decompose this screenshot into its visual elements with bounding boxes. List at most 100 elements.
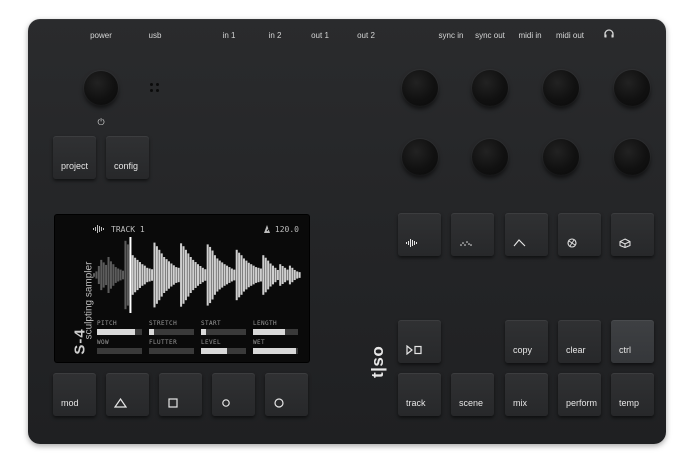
param-bar — [201, 329, 246, 335]
waveform-bar — [141, 264, 144, 286]
clear-button-label: clear — [566, 345, 586, 355]
param-bar-fill — [201, 348, 228, 354]
scene-button[interactable]: scene — [451, 373, 494, 416]
waveform-bar — [197, 264, 200, 286]
waveform-bar — [126, 244, 129, 306]
waveform-bar — [288, 265, 291, 285]
waveform-bar — [163, 257, 166, 293]
grain-icon — [460, 241, 472, 246]
cube-icon — [619, 238, 631, 248]
waveform-bar — [151, 269, 154, 281]
waveform-bar — [247, 262, 250, 288]
metronome-icon — [264, 225, 271, 233]
cube-mode-button[interactable] — [611, 213, 654, 256]
knob-5[interactable] — [402, 139, 438, 175]
waveform-bar — [211, 250, 214, 300]
mix-button[interactable]: mix — [505, 373, 548, 416]
waveform-bar — [146, 267, 149, 283]
brand-logo: t|so — [368, 345, 387, 378]
knob-1[interactable] — [402, 70, 438, 106]
port-label-power: power — [90, 31, 112, 40]
waveform-bar — [107, 257, 110, 293]
waveform-bar — [192, 259, 195, 291]
knob-3[interactable] — [543, 70, 579, 106]
waveform-small-icon — [93, 225, 104, 233]
waveform-bar — [105, 264, 108, 286]
circle-small-icon — [222, 399, 230, 407]
param-level: LEVEL — [201, 339, 246, 354]
play-stop-icon — [406, 345, 422, 355]
temp-button[interactable]: temp — [611, 373, 654, 416]
port-label-out1: out 1 — [311, 31, 329, 40]
param-label: LEVEL — [201, 339, 222, 346]
waveform-bar — [102, 262, 105, 288]
loop-mode-button[interactable] — [558, 213, 601, 256]
knob-6[interactable] — [472, 139, 508, 175]
grain-mode-button[interactable] — [451, 213, 494, 256]
waveform-bar — [189, 257, 192, 293]
copy-button[interactable]: copy — [505, 320, 548, 363]
speaker-grille — [150, 83, 160, 93]
param-label: WET — [253, 339, 266, 346]
waveform-bar — [240, 255, 243, 295]
envelope-mode-button[interactable] — [505, 213, 548, 256]
ctrl-button[interactable]: ctrl — [611, 320, 654, 363]
perform-button[interactable]: perform — [558, 373, 601, 416]
waveform-bar — [165, 259, 168, 291]
waveform-bar — [242, 258, 245, 292]
waveform-bar — [209, 246, 212, 304]
play-stop-button[interactable] — [398, 320, 441, 363]
loop-icon — [567, 238, 577, 248]
config-button[interactable]: config — [106, 136, 149, 179]
waveform-bar — [109, 261, 112, 289]
clear-button[interactable]: clear — [558, 320, 601, 363]
circle-button[interactable] — [265, 373, 308, 416]
knob-7[interactable] — [543, 139, 579, 175]
waveform-bar — [293, 269, 296, 281]
param-bar — [201, 348, 246, 354]
perform-button-label: perform — [566, 398, 598, 408]
param-flutter: FLUTTER — [149, 339, 194, 354]
waveform-bar — [216, 258, 219, 292]
waveform-bar — [223, 264, 226, 286]
waveform-bar — [95, 271, 98, 279]
triangle-button[interactable] — [106, 373, 149, 416]
waveform-bar — [160, 253, 163, 297]
waveform-bar — [204, 269, 207, 281]
waveform-bar — [259, 268, 262, 282]
port-label-sync-in: sync in — [438, 31, 464, 40]
waveform-bar — [170, 263, 173, 287]
waveform-bar — [264, 257, 267, 293]
param-label: STRETCH — [149, 320, 178, 327]
knob-2[interactable] — [472, 70, 508, 106]
waveform-bar — [226, 265, 229, 285]
square-button[interactable] — [159, 373, 202, 416]
param-length: LENGTH — [253, 320, 298, 335]
waveform-bar — [201, 267, 204, 283]
waveform-bar — [257, 267, 260, 283]
power-knob[interactable] — [84, 71, 118, 105]
port-label-out2: out 2 — [357, 31, 375, 40]
waveform-bar — [167, 261, 170, 289]
param-label: START — [201, 320, 222, 327]
circle-icon — [274, 398, 284, 408]
knob-4[interactable] — [614, 70, 650, 106]
waveform-bar — [187, 253, 190, 297]
port-label-usb: usb — [148, 31, 162, 40]
waveform-bar — [235, 249, 238, 301]
waveform-mode-button[interactable] — [398, 213, 441, 256]
waveform-bar — [138, 262, 141, 288]
waveform-bar — [122, 270, 125, 280]
waveform-bar — [298, 272, 301, 278]
waveform-bar — [112, 264, 115, 286]
circle-small-button[interactable] — [212, 373, 255, 416]
param-bar-fill — [149, 329, 155, 335]
knob-8[interactable] — [614, 139, 650, 175]
track-button[interactable]: track — [398, 373, 441, 416]
project-button[interactable]: project — [53, 136, 96, 179]
waveform-bar — [267, 260, 270, 290]
mod-button[interactable]: mod — [53, 373, 96, 416]
waveform-bar — [177, 267, 180, 283]
param-bar — [149, 348, 194, 354]
waveform-bar — [119, 269, 122, 281]
